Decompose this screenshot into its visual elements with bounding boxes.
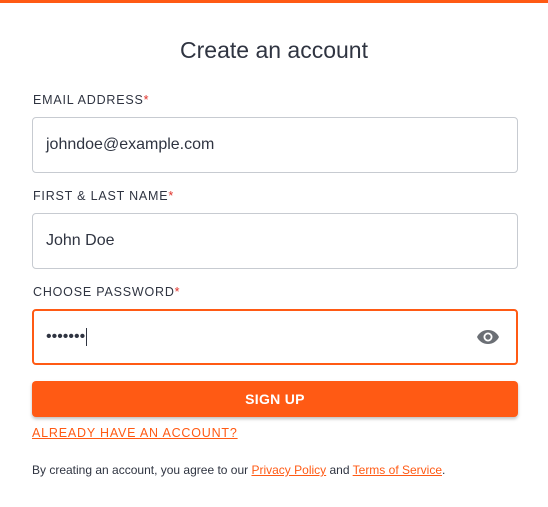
page-title: Create an account [180, 37, 368, 63]
name-label-text: FIRST & LAST NAME [33, 189, 169, 203]
name-value: John Doe [46, 232, 115, 249]
email-label: EMAIL ADDRESS* [33, 93, 149, 107]
sign-up-button[interactable]: SIGN UP [32, 381, 518, 417]
required-mark: * [174, 285, 181, 299]
name-field[interactable]: John Doe [32, 213, 518, 269]
name-label: FIRST & LAST NAME* [33, 189, 174, 203]
eye-icon[interactable] [476, 325, 500, 349]
required-mark: * [143, 93, 150, 107]
terms-text: By creating an account, you agree to our… [32, 463, 445, 477]
email-value: johndoe@example.com [46, 136, 215, 153]
terms-middle: and [326, 463, 353, 477]
email-label-text: EMAIL ADDRESS [33, 93, 144, 107]
already-have-account-link[interactable]: ALREADY HAVE AN ACCOUNT? [32, 426, 238, 440]
password-label-text: CHOOSE PASSWORD [33, 285, 175, 299]
password-value: ••••••• [46, 328, 86, 345]
required-mark: * [168, 189, 175, 203]
password-value-wrap: ••••••• [46, 311, 88, 363]
password-label: CHOOSE PASSWORD* [33, 285, 180, 299]
email-field[interactable]: johndoe@example.com [32, 117, 518, 173]
terms-suffix: . [442, 463, 446, 477]
privacy-policy-link[interactable]: Privacy Policy [251, 463, 326, 477]
terms-prefix: By creating an account, you agree to our [32, 463, 252, 477]
terms-of-service-link[interactable]: Terms of Service [353, 463, 442, 477]
text-caret [86, 328, 88, 346]
password-field[interactable]: ••••••• [32, 309, 518, 365]
signup-card: Create an account EMAIL ADDRESS* johndoe… [0, 0, 548, 507]
